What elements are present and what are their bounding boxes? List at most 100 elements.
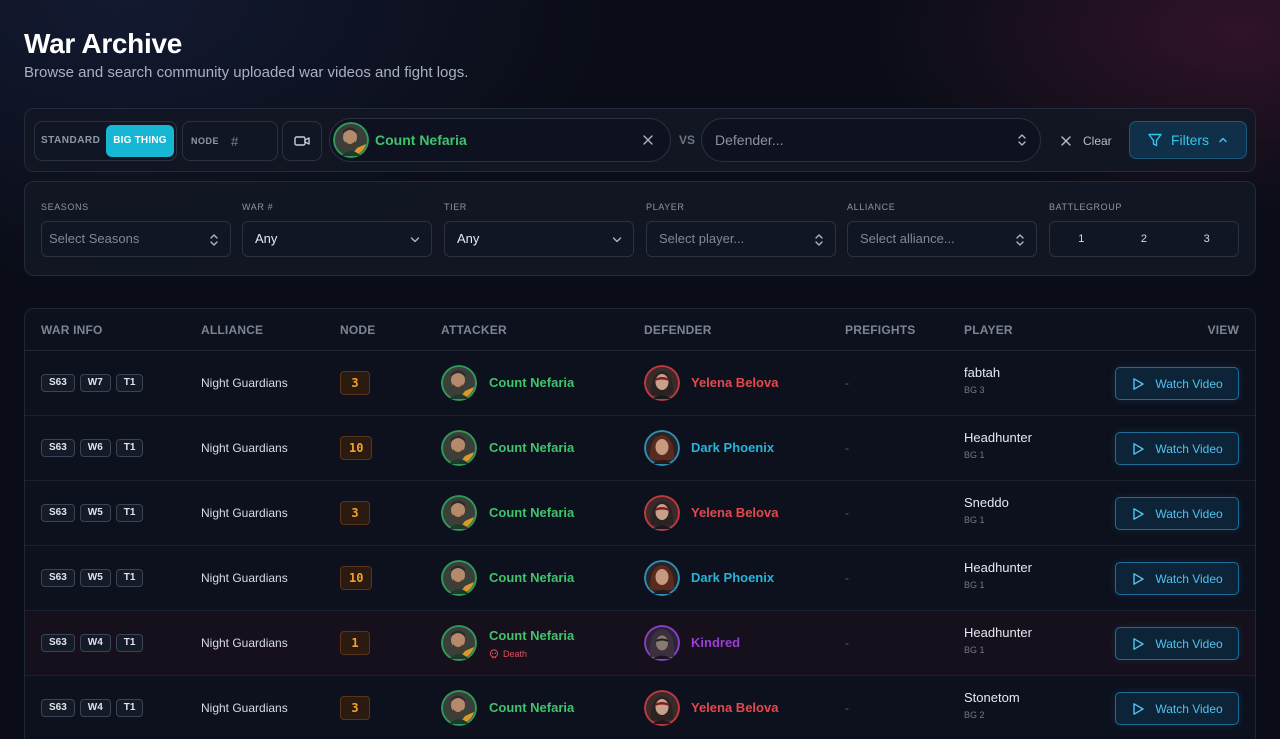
watch-video-button[interactable]: Watch Video: [1115, 692, 1239, 725]
watch-video-button[interactable]: Watch Video: [1115, 497, 1239, 530]
page-header: War Archive Browse and search community …: [24, 28, 468, 81]
alliance-name: Night Guardians: [201, 506, 288, 520]
count-nefaria-avatar: [441, 625, 477, 661]
filters-button[interactable]: Filters: [1129, 121, 1247, 159]
player-cell: fabtah BG 3: [964, 365, 1000, 395]
node-badge: 3: [340, 501, 370, 525]
player-label: PLAYER: [646, 202, 685, 212]
alliance-name: Night Guardians: [201, 441, 288, 455]
watch-video-label: Watch Video: [1155, 571, 1223, 586]
watch-video-label: Watch Video: [1155, 441, 1223, 456]
watch-video-button[interactable]: Watch Video: [1115, 367, 1239, 400]
battlegroup-option-2[interactable]: 2: [1114, 233, 1174, 245]
count-nefaria-avatar: [441, 690, 477, 726]
clear-button[interactable]: Clear: [1059, 129, 1112, 153]
watch-video-button[interactable]: Watch Video: [1115, 432, 1239, 465]
attacker-select[interactable]: Count Nefaria: [329, 118, 671, 162]
war-info-tags: S63 W5 T1: [41, 504, 144, 522]
count-nefaria-avatar: [441, 495, 477, 531]
count-nefaria-avatar: [441, 560, 477, 596]
war-tag: W5: [79, 504, 111, 522]
war-info-tags: S63 W5 T1: [41, 569, 144, 587]
clear-label: Clear: [1083, 134, 1112, 148]
alliance-placeholder: Select alliance...: [860, 231, 955, 246]
war-info-tags: S63 W4 T1: [41, 634, 144, 652]
player-battlegroup: BG 1: [964, 450, 985, 460]
header-node: NODE: [340, 323, 376, 337]
player-battlegroup: BG 1: [964, 515, 985, 525]
player-cell: Headhunter BG 1: [964, 625, 1032, 655]
tier-tag: T1: [115, 634, 144, 652]
player-select[interactable]: Select player...: [646, 221, 836, 257]
war-label: WAR #: [242, 202, 274, 212]
season-tag: S63: [41, 699, 75, 717]
node-badge: 3: [340, 371, 370, 395]
seasons-select[interactable]: Select Seasons: [41, 221, 231, 257]
watch-video-button[interactable]: Watch Video: [1115, 562, 1239, 595]
vs-label: VS: [679, 133, 696, 147]
watch-video-button[interactable]: Watch Video: [1115, 627, 1239, 660]
player-name: Sneddo: [964, 495, 1009, 510]
close-icon: [1061, 136, 1071, 146]
player-filter: PLAYER Select player...: [646, 202, 836, 257]
play-icon: [1133, 572, 1145, 585]
chevron-up-icon: [1219, 137, 1227, 143]
attacker-name: Count Nefaria: [489, 375, 575, 390]
seasons-label: SEASONS: [41, 202, 89, 212]
defender-name: Dark Phoenix: [691, 570, 775, 585]
table-row: S63 W4 T1 Night Guardians 1 Count Nefari…: [25, 611, 1255, 676]
yelena-belova-avatar: [644, 365, 680, 401]
defender-name: Yelena Belova: [691, 700, 779, 715]
count-nefaria-avatar: [441, 365, 477, 401]
prefights-value: -: [845, 441, 849, 455]
node-input[interactable]: [231, 130, 271, 152]
seasons-filter: SEASONS Select Seasons: [41, 202, 231, 257]
war-tag: W4: [79, 699, 111, 717]
filters-label: Filters: [1170, 132, 1210, 148]
tier-select[interactable]: Any: [444, 221, 634, 257]
battlegroup-label: BATTLEGROUP: [1049, 202, 1122, 212]
alliance-select[interactable]: Select alliance...: [847, 221, 1037, 257]
player-name: Stonetom: [964, 690, 1020, 705]
defender-name: Yelena Belova: [691, 375, 779, 390]
node-badge: 1: [340, 631, 370, 655]
header-attacker: ATTACKER: [441, 323, 507, 337]
video-filter-button[interactable]: [282, 121, 322, 161]
yelena-belova-avatar: [644, 690, 680, 726]
battlegroup-options: 1 2 3: [1049, 221, 1239, 257]
battlegroup-option-1[interactable]: 1: [1051, 233, 1111, 245]
header-prefights: PREFIGHTS: [845, 323, 916, 337]
chevron-down-icon: [612, 237, 622, 243]
tier-tag: T1: [115, 374, 144, 392]
mode-standard-option[interactable]: STANDARD: [41, 122, 100, 160]
close-icon[interactable]: [640, 132, 656, 148]
season-tag: S63: [41, 569, 75, 587]
node-badge: 10: [340, 436, 373, 460]
header-view: VIEW: [1207, 323, 1239, 337]
mode-big-thing-option[interactable]: BIG THING: [106, 125, 174, 157]
player-cell: Headhunter BG 1: [964, 560, 1032, 590]
war-info-tags: S63 W6 T1: [41, 439, 144, 457]
prefights-value: -: [845, 636, 849, 650]
play-icon: [1133, 637, 1145, 650]
chevron-up-down-icon: [815, 234, 823, 246]
defender-name: Yelena Belova: [691, 505, 779, 520]
table-row: S63 W5 T1 Night Guardians 3 Count Nefari…: [25, 481, 1255, 546]
death-badge: Death: [489, 649, 527, 659]
mode-toggle: STANDARD BIG THING: [34, 121, 177, 161]
count-nefaria-avatar: [441, 430, 477, 466]
war-filter: WAR # Any: [242, 202, 432, 257]
war-tag: W4: [79, 634, 111, 652]
alliance-name: Night Guardians: [201, 571, 288, 585]
prefights-value: -: [845, 701, 849, 715]
season-tag: S63: [41, 634, 75, 652]
defender-select[interactable]: Defender...: [701, 118, 1041, 162]
play-icon: [1133, 507, 1145, 520]
tier-value: Any: [457, 231, 480, 246]
alliance-label: ALLIANCE: [847, 202, 896, 212]
node-label: NODE: [191, 136, 220, 146]
war-table: WAR INFO ALLIANCE NODE ATTACKER DEFENDER…: [24, 308, 1256, 739]
war-select[interactable]: Any: [242, 221, 432, 257]
tier-tag: T1: [115, 699, 144, 717]
battlegroup-option-3[interactable]: 3: [1177, 233, 1237, 245]
